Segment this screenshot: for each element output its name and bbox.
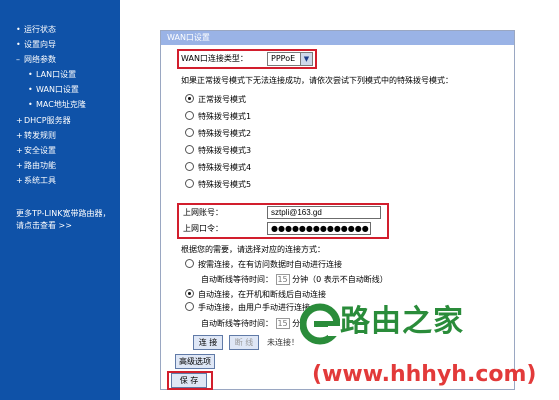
wan-type-select[interactable]: PPPoE ▼ [267, 52, 313, 66]
sidebar-item-wizard[interactable]: • 设置向导 [16, 39, 56, 51]
connection-mode-hint: 根据您的需要，请选择对应的连接方式： [181, 245, 325, 254]
sidebar-item-dhcp[interactable]: +DHCP服务器 [16, 115, 71, 127]
account-label: 上网账号： [183, 208, 223, 217]
auto-disconnect-input-2[interactable]: 15 [275, 318, 290, 329]
password-input[interactable]: ●●●●●●●●●●●●●● [267, 222, 371, 235]
sidebar-item-mac-clone[interactable]: • MAC地址克隆 [28, 99, 86, 111]
dial-mode-normal[interactable]: 正常拨号模式 [185, 94, 246, 106]
sidebar-item-security[interactable]: +安全设置 [16, 145, 56, 157]
sidebar-item-label: 系统工具 [24, 176, 56, 185]
auto-disconnect-input-1[interactable]: 15 [275, 274, 290, 285]
dial-mode-special-2[interactable]: 特殊拨号模式2 [185, 128, 251, 140]
connect-manual[interactable]: 手动连接，由用户手动进行连接 [185, 302, 310, 314]
dial-mode-special-4[interactable]: 特殊拨号模式4 [185, 162, 251, 174]
radio-icon [185, 94, 194, 103]
wan-type-label: WAN口连接类型： [181, 54, 248, 63]
sidebar-item-label: WAN口设置 [36, 85, 79, 94]
sidebar-item-label: 转发规则 [24, 131, 56, 140]
dial-mode-special-3[interactable]: 特殊拨号模式3 [185, 145, 251, 157]
wan-type-value: PPPoE [271, 54, 296, 63]
radio-icon [185, 111, 194, 120]
watermark-url: (www.hhhyh.com) [312, 362, 537, 387]
sidebar-item-label: DHCP服务器 [24, 116, 71, 125]
more-products-link[interactable]: 更多TP-LINK宽带路由器，请点击查看 >> [16, 208, 116, 232]
sidebar-item-label: 路由功能 [24, 161, 56, 170]
sidebar-item-label: MAC地址克隆 [36, 100, 86, 109]
sidebar: • 运行状态 • 设置向导 – 网络参数 • LAN口设置 • WAN口设置 • MAC地址… [0, 0, 120, 400]
chevron-down-icon: ▼ [300, 53, 312, 65]
sidebar-item-label: LAN口设置 [36, 70, 77, 79]
radio-icon [185, 128, 194, 137]
radio-icon [185, 162, 194, 171]
advanced-options-button[interactable]: 高级选项 [175, 354, 215, 369]
account-input[interactable] [267, 206, 381, 219]
connect-on-demand[interactable]: 按需连接，在有访问数据时自动进行连接 [185, 259, 342, 271]
disconnect-button[interactable]: 断 线 [229, 335, 259, 350]
brand-logo-icon [300, 303, 340, 345]
dial-mode-special-5[interactable]: 特殊拨号模式5 [185, 179, 251, 191]
sidebar-item-lan[interactable]: • LAN口设置 [28, 69, 76, 81]
radio-icon [185, 289, 194, 298]
panel-title: WAN口设置 [161, 31, 514, 45]
password-label: 上网口令： [183, 224, 223, 233]
dial-mode-special-1[interactable]: 特殊拨号模式1 [185, 111, 251, 123]
dial-mode-hint: 如果正常拨号模式下无法连接成功，请依次尝试下列模式中的特殊拨号模式： [181, 76, 453, 85]
connect-button[interactable]: 连 接 [193, 335, 223, 350]
auto-disconnect-row-1: 自动断线等待时间： 15 分钟（0 表示不自动断线） [201, 274, 388, 285]
radio-icon [185, 259, 194, 268]
save-button[interactable]: 保 存 [171, 373, 207, 388]
sidebar-item-label: 网络参数 [24, 55, 56, 64]
sidebar-item-status[interactable]: • 运行状态 [16, 24, 56, 36]
sidebar-item-network[interactable]: – 网络参数 [16, 54, 56, 66]
radio-icon [185, 145, 194, 154]
sidebar-item-forwarding[interactable]: +转发规则 [16, 130, 56, 142]
radio-icon [185, 302, 194, 311]
sidebar-item-label: 运行状态 [24, 25, 56, 34]
sidebar-item-label: 安全设置 [24, 146, 56, 155]
auto-disconnect-row-2: 自动断线等待时间： 15 分 [201, 318, 301, 329]
sidebar-item-wan[interactable]: • WAN口设置 [28, 84, 79, 96]
radio-icon [185, 179, 194, 188]
watermark-brand: 路由之家 [340, 304, 464, 339]
sidebar-item-label: 设置向导 [24, 40, 56, 49]
sidebar-item-system-tools[interactable]: +系统工具 [16, 175, 56, 187]
connection-status: 未连接！ [267, 338, 299, 347]
sidebar-item-routing[interactable]: +路由功能 [16, 160, 56, 172]
